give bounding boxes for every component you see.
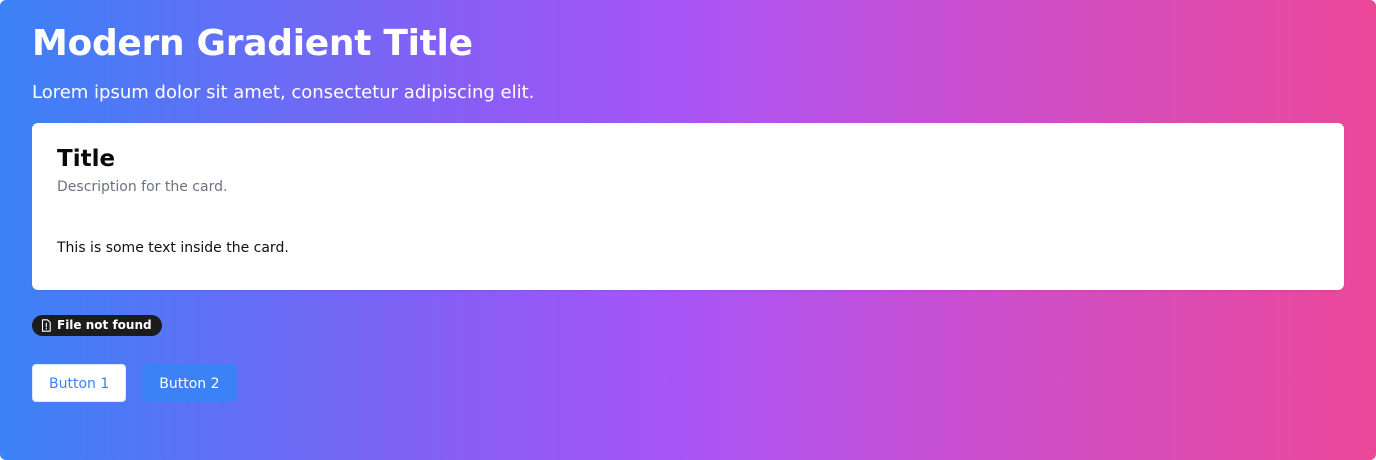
- page-subtitle: Lorem ipsum dolor sit amet, consectetur …: [32, 82, 535, 103]
- button-2[interactable]: Button 2: [142, 364, 237, 402]
- card-description: Description for the card.: [57, 179, 228, 195]
- file-alert-icon: [40, 319, 52, 332]
- card-body-text: This is some text inside the card.: [57, 240, 289, 256]
- status-badge-label: File not found: [57, 318, 152, 332]
- button-1[interactable]: Button 1: [32, 364, 127, 402]
- card: Title Description for the card. This is …: [32, 123, 1344, 290]
- page-title: Modern Gradient Title: [32, 23, 473, 64]
- status-badge: File not found: [32, 315, 162, 336]
- gradient-hero: Modern Gradient Title Lorem ipsum dolor …: [0, 0, 1376, 460]
- card-title: Title: [57, 146, 116, 172]
- button-row: Button 1 Button 2: [32, 364, 1344, 402]
